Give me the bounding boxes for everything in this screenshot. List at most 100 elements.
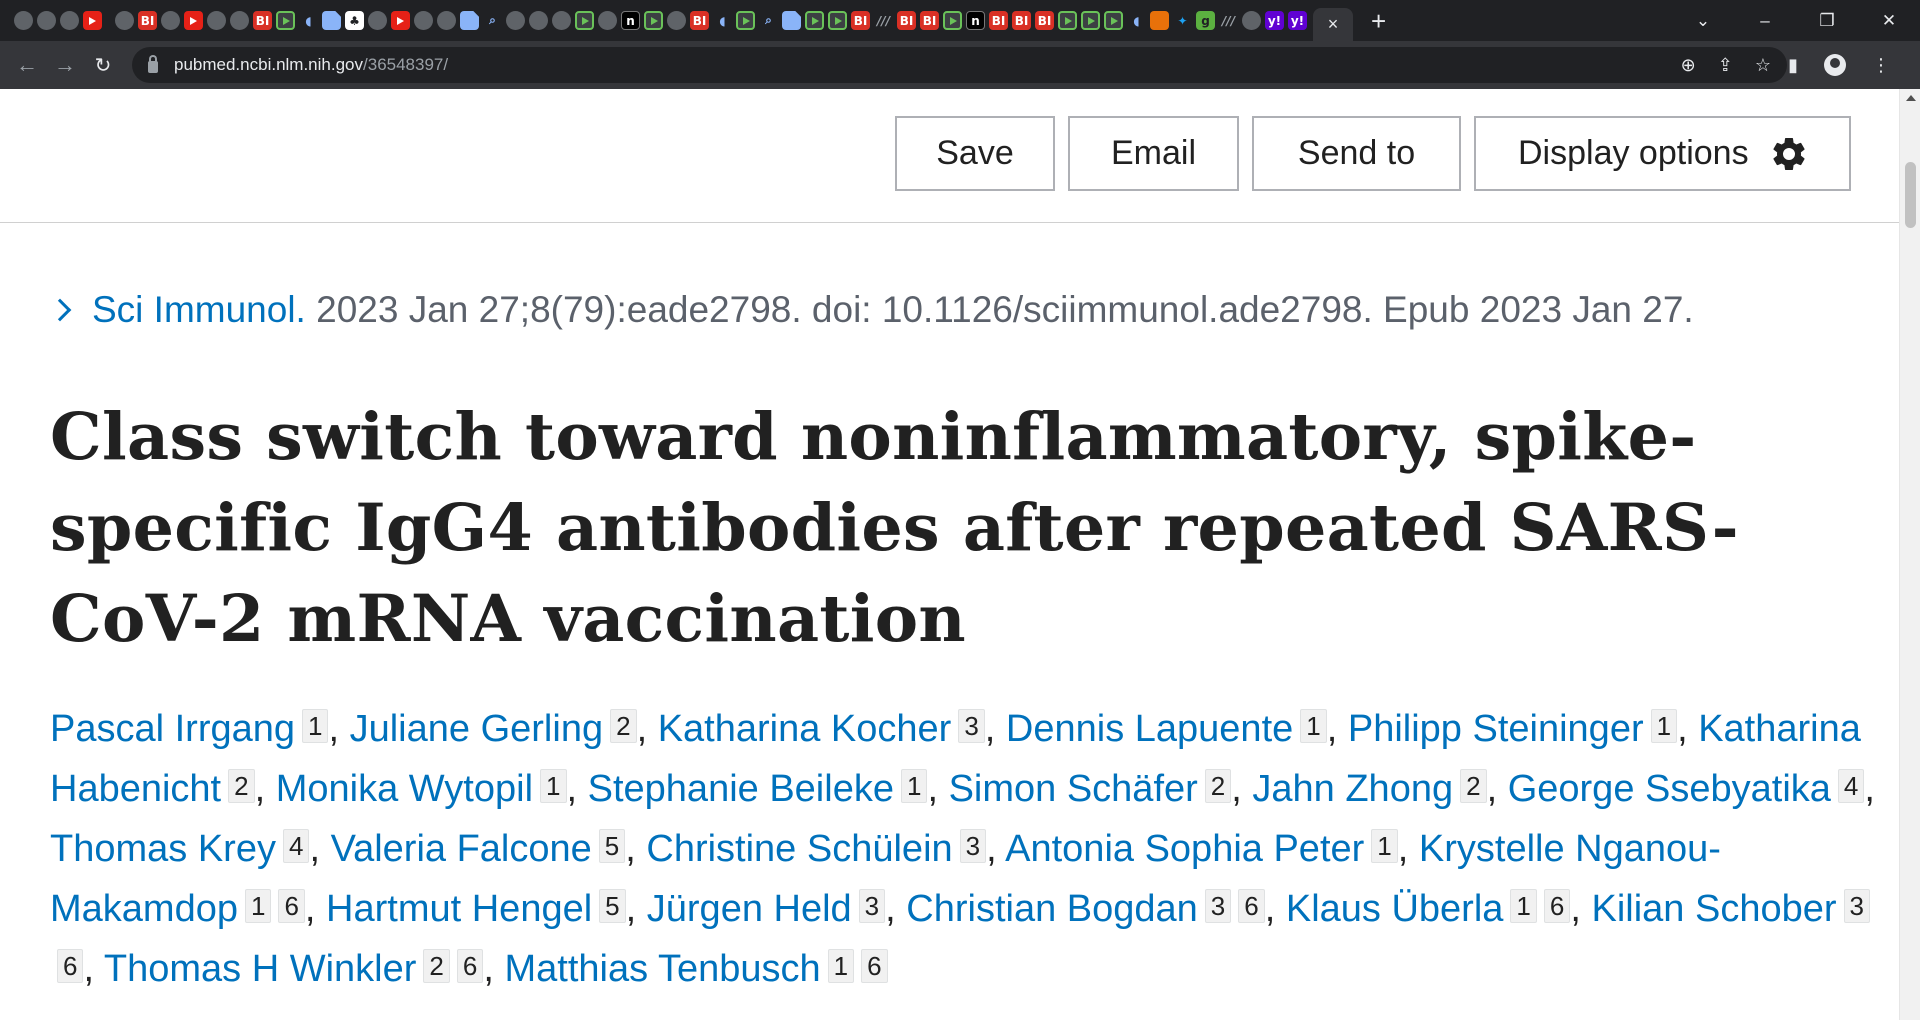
affiliation-number-button[interactable]: 1 [1300,709,1327,744]
tab-favicon-yt-icon[interactable] [83,11,102,30]
affiliation-number-button[interactable]: 6 [57,949,84,984]
close-window-button[interactable]: ✕ [1858,11,1920,31]
tab-favicon-shield-icon[interactable]: ◖ [299,11,318,30]
tab-favicon-globe-icon[interactable] [368,11,387,30]
display-options-button[interactable]: Display options [1474,116,1851,191]
tab-favicon-bi-icon[interactable]: BI [1012,11,1031,30]
tab-favicon-play-icon[interactable] [736,11,755,30]
bookmark-star-icon[interactable]: ☆ [1755,55,1771,76]
tab-favicon-search-icon[interactable]: ⌕ [483,11,502,30]
affiliation-number-button[interactable]: 1 [900,769,928,804]
tab-favicon-doc-icon[interactable] [460,11,479,30]
minimize-button[interactable]: – [1734,11,1796,31]
affiliation-number-button[interactable]: 1 [827,949,855,984]
affiliation-number-button[interactable]: 4 [1837,769,1865,804]
affiliation-number-button[interactable]: 2 [610,709,637,744]
tab-favicon-play-icon[interactable] [943,11,962,30]
tab-favicon-play-icon[interactable] [1104,11,1123,30]
tab-favicon-globe-icon[interactable] [552,11,571,30]
scroll-thumb[interactable] [1905,162,1916,228]
tab-favicon-globe-icon[interactable] [506,11,525,30]
menu-kebab-icon[interactable]: ⋮ [1872,55,1890,76]
chevron-right-icon[interactable] [48,298,72,322]
address-bar[interactable]: pubmed.ncbi.nlm.nih.gov/36548397/ ⊕ ⇪ ☆ [132,47,1787,83]
tab-favicon-n-icon[interactable]: n [621,11,640,30]
tab-favicon-bi-icon[interactable]: BI [989,11,1008,30]
author-link[interactable]: Juliane Gerling [350,708,603,750]
lock-icon[interactable] [148,55,158,73]
author-link[interactable]: George Ssebyatika [1508,768,1831,810]
affiliation-number-button[interactable]: 2 [1204,769,1232,804]
tab-favicon-globe-icon[interactable] [598,11,617,30]
affiliation-number-button[interactable]: 1 [1510,889,1537,924]
tab-favicon-play-icon[interactable] [828,11,847,30]
tab-favicon-bi-icon[interactable]: BI [920,11,939,30]
restore-button[interactable]: ❐ [1796,11,1858,31]
affiliation-number-button[interactable]: 1 [540,769,567,804]
author-link[interactable]: Kilian Schober [1591,888,1836,930]
tab-favicon-globe-icon[interactable] [1242,11,1261,30]
tab-favicon-globe-icon[interactable] [115,11,134,30]
tab-favicon-yh-icon[interactable]: y! [1288,11,1307,30]
tab-favicon-shield-icon[interactable]: ◖ [713,11,732,30]
tab-favicon-fa-icon[interactable]: /// [874,11,893,30]
author-link[interactable]: Jürgen Held [647,888,852,930]
tab-favicon-yt-icon[interactable] [184,11,203,30]
author-link[interactable]: Philipp Steininger [1348,708,1644,750]
share-icon[interactable]: ⇪ [1718,55,1733,76]
affiliation-number-button[interactable]: 3 [858,889,886,924]
tab-favicon-play-icon[interactable] [1081,11,1100,30]
author-link[interactable]: Matthias Tenbusch [504,948,820,990]
reload-button[interactable]: ↻ [84,53,122,78]
email-button[interactable]: Email [1068,116,1239,191]
forward-button[interactable]: → [46,52,84,78]
new-tab-button[interactable]: + [1371,8,1386,34]
author-link[interactable]: Dennis Lapuente [1006,708,1293,750]
tab-favicon-globe-icon[interactable] [207,11,226,30]
zoom-icon[interactable]: ⊕ [1681,55,1696,76]
affiliation-number-button[interactable]: 4 [282,829,310,864]
tab-favicon-bi-icon[interactable]: BI [897,11,916,30]
affiliation-number-button[interactable]: 3 [1204,889,1232,924]
tab-close-button[interactable]: × [1328,14,1339,35]
tab-favicon-play-icon[interactable] [575,11,594,30]
author-link[interactable]: Simon Schäfer [949,768,1198,810]
tab-favicon-globe-icon[interactable] [667,11,686,30]
author-link[interactable]: Jahn Zhong [1252,768,1453,810]
tab-favicon-globe-icon[interactable] [529,11,548,30]
tab-favicon-globe-icon[interactable] [60,11,79,30]
tab-favicon-n-icon[interactable]: n [966,11,985,30]
tab-favicon-globe-icon[interactable] [437,11,456,30]
affiliation-number-button[interactable]: 2 [228,769,255,804]
tab-favicon-bm-icon[interactable] [1150,11,1169,30]
tab-favicon-doc-icon[interactable] [782,11,801,30]
affiliation-number-button[interactable]: 2 [1460,769,1487,804]
tab-favicon-fa-icon[interactable]: /// [1219,11,1238,30]
affiliation-number-button[interactable]: 3 [1843,889,1870,924]
tab-favicon-globe-icon[interactable] [37,11,56,30]
active-tab[interactable]: × [1313,8,1353,41]
author-link[interactable]: Thomas H Winkler [104,948,417,990]
tab-favicon-bi-icon[interactable]: BI [690,11,709,30]
send-to-button[interactable]: Send to [1252,116,1461,191]
tab-search-button[interactable]: ⌄ [1672,11,1734,31]
back-button[interactable]: ← [8,52,46,78]
affiliation-number-button[interactable]: 1 [244,889,272,924]
author-link[interactable]: Antonia Sophia Peter [1005,828,1364,870]
author-link[interactable]: Christian Bogdan [906,888,1198,930]
tab-favicon-g-icon[interactable]: g [1196,11,1215,30]
tab-favicon-search-icon[interactable]: ⌕ [759,11,778,30]
affiliation-number-button[interactable]: 5 [598,829,626,864]
affiliation-number-button[interactable]: 5 [599,889,626,924]
tab-favicon-globe-icon[interactable] [414,11,433,30]
tab-favicon-globe-icon[interactable] [230,11,249,30]
affiliation-number-button[interactable]: 6 [861,949,888,984]
tab-favicon-play-icon[interactable] [644,11,663,30]
affiliation-number-button[interactable]: 1 [1371,829,1398,864]
tab-favicon-globe-icon[interactable] [161,11,180,30]
tab-favicon-play-icon[interactable] [1058,11,1077,30]
affiliation-number-button[interactable]: 6 [278,889,305,924]
tab-favicon-tw-icon[interactable]: ✦ [1173,11,1192,30]
save-button[interactable]: Save [895,116,1055,191]
author-link[interactable]: Monika Wytopil [276,768,533,810]
